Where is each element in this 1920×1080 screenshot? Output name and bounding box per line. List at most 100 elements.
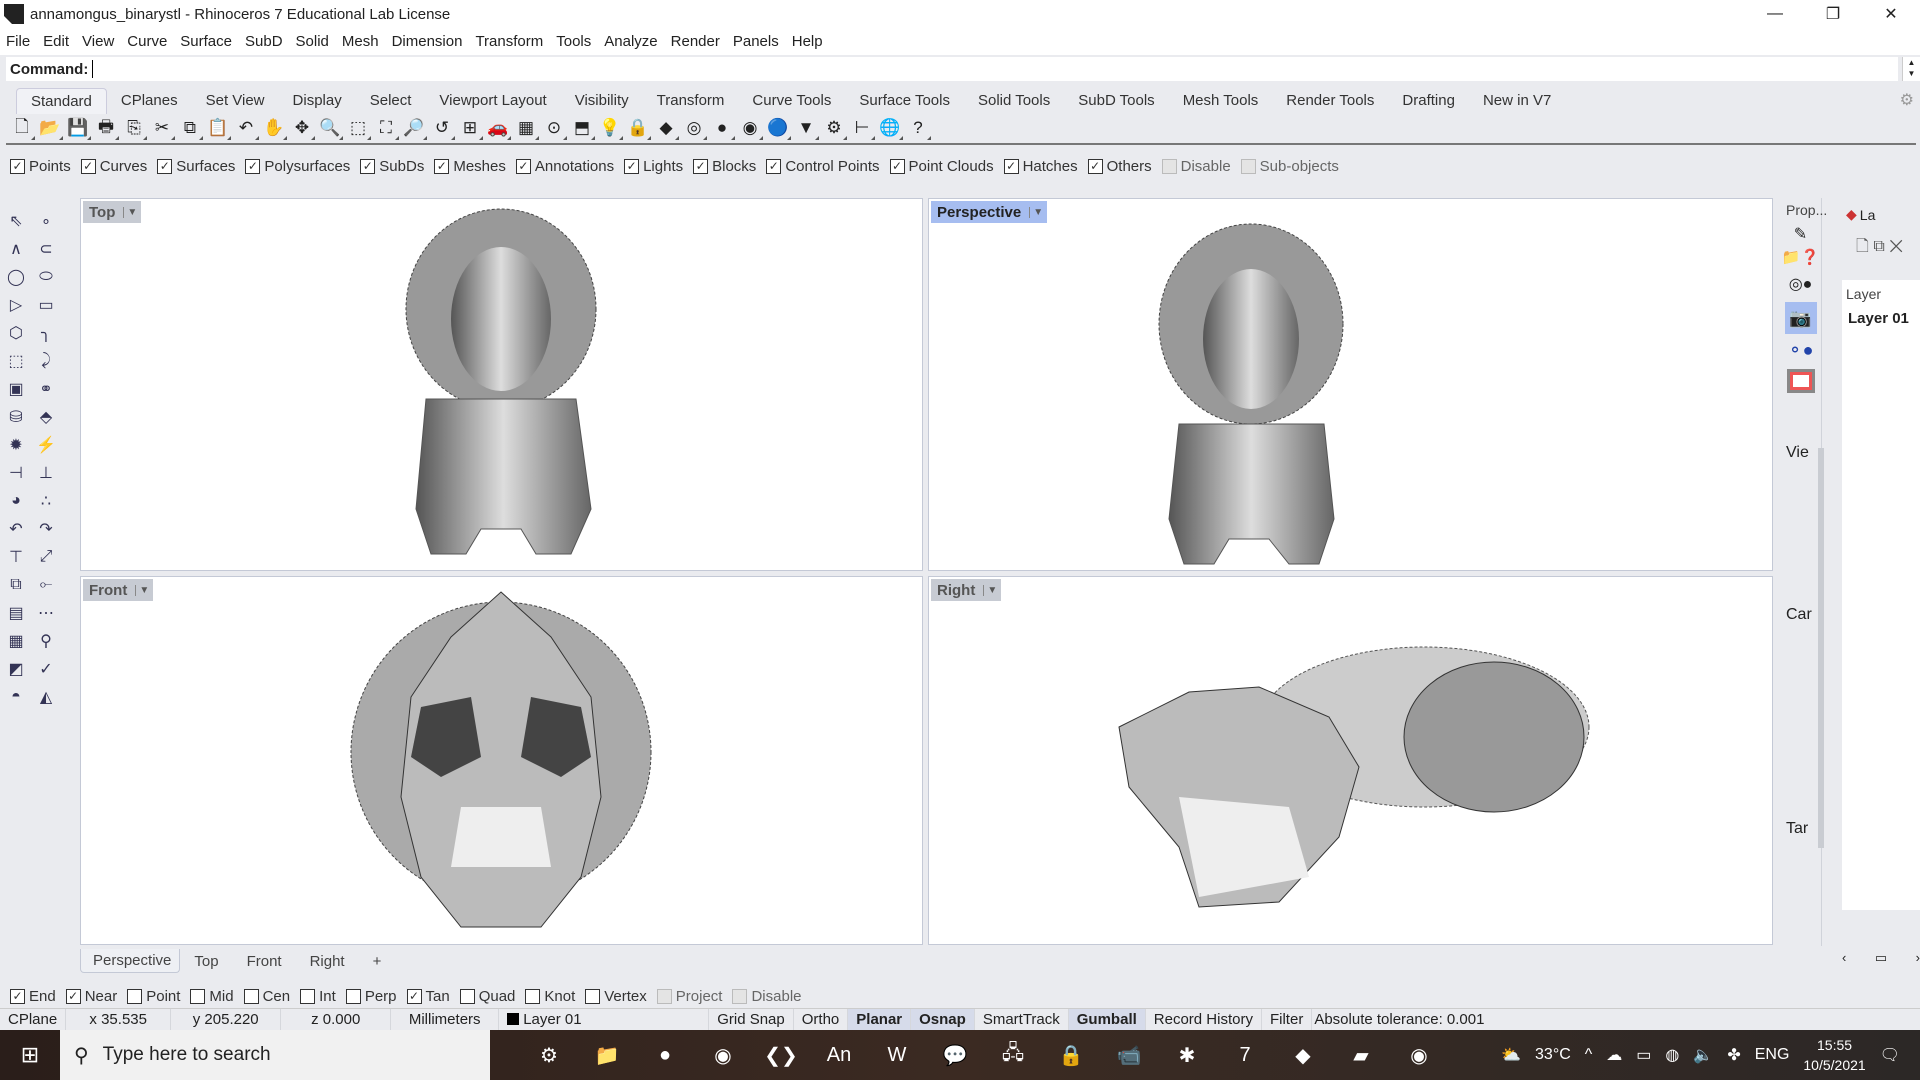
copy-icon[interactable]: ⧉ [178,116,203,140]
osnap-int[interactable]: Int [300,988,336,1005]
filter-points-checkbox[interactable]: ✓ [10,158,25,174]
osnap-disable-checkbox[interactable] [732,988,748,1004]
material-icon[interactable]: ▼ [794,116,819,140]
add-viewport-tab-icon[interactable]: + [359,953,396,970]
left-tool-icon[interactable]: ▣ [2,376,30,402]
filter-blocks[interactable]: ✓ Blocks [693,158,756,175]
close-button[interactable]: ✕ [1862,0,1920,28]
dropdown-arrow-icon[interactable]: ▼ [135,584,149,596]
left-tool-icon[interactable]: ∴ [32,488,60,514]
left-tool-icon[interactable]: ⤸ [32,348,60,374]
camera-icon[interactable]: 📷 [1784,302,1817,334]
left-tool-icon[interactable]: ⛁ [2,404,30,430]
osnap-end-checkbox[interactable]: ✓ [10,988,25,1004]
osnap-point-checkbox[interactable] [127,988,143,1004]
tab-visibility[interactable]: Visibility [561,88,643,114]
rhino-app[interactable]: 7 [1216,1030,1274,1080]
rendered-sphere-icon[interactable]: ◉ [738,116,763,140]
grid-snap-toggle[interactable]: Grid Snap [709,1008,794,1031]
left-tool-icon[interactable]: ⬚ [2,348,30,374]
left-tool-icon[interactable]: ⊣ [2,460,30,486]
tab-viewport-layout[interactable]: Viewport Layout [425,88,560,114]
menu-tools[interactable]: Tools [556,33,591,50]
osnap-quad[interactable]: Quad [459,988,515,1005]
animate-app[interactable]: An [810,1030,868,1080]
filter-curves-checkbox[interactable]: ✓ [80,158,96,174]
zoom-selected-icon[interactable]: 🔎 [402,116,427,140]
weather-icon[interactable]: ⛅ [1501,1045,1521,1065]
menu-panels[interactable]: Panels [733,33,779,50]
filter-hatches[interactable]: ✓ Hatches [1003,158,1078,175]
filter-surfaces[interactable]: ✓ Surfaces [157,158,235,175]
filter-annotations-checkbox[interactable]: ✓ [515,158,531,174]
viewport-tab-perspective[interactable]: Perspective [80,949,181,973]
command-scroll[interactable]: ▲ ▼ [1902,57,1920,81]
tab-mesh-tools[interactable]: Mesh Tools [1169,88,1273,114]
viewport-label-top[interactable]: Top ▼ [83,201,142,223]
filter-points[interactable]: ✓ Points [10,158,71,175]
left-tool-icon[interactable]: ⋯ [32,600,60,626]
viewport-tab-top[interactable]: Top [180,953,232,970]
filter-annotations[interactable]: ✓ Annotations [515,158,614,175]
left-tool-icon[interactable]: ▷ [2,292,30,318]
tab-display[interactable]: Display [279,88,356,114]
menu-edit[interactable]: Edit [43,33,69,50]
left-tool-icon[interactable]: ∧ [2,236,30,262]
left-tool-icon[interactable]: ◯ [2,264,30,290]
dropdown-arrow-icon[interactable]: ▼ [123,206,137,218]
spotify-app[interactable]: ● [636,1030,694,1080]
pan-icon[interactable]: ✋ [262,116,287,140]
menu-transform[interactable]: Transform [475,33,543,50]
menu-file[interactable]: File [6,33,30,50]
battery-icon[interactable]: ▭ [1636,1045,1651,1065]
tab-curve-tools[interactable]: Curve Tools [738,88,845,114]
viewport-frame-icon[interactable] [1786,369,1815,393]
viewport-label-perspective[interactable]: Perspective ▼ [931,201,1048,223]
filter-subds-checkbox[interactable]: ✓ [360,158,376,174]
osnap-tan[interactable]: ✓ Tan [406,988,450,1005]
filter-polysurfaces[interactable]: ✓ Polysurfaces [245,158,350,175]
osnap-perp-checkbox[interactable] [345,988,361,1004]
vscode-app[interactable]: ❮❯ [752,1030,810,1080]
menu-render[interactable]: Render [671,33,720,50]
sun-icon[interactable]: ⚬● [1780,340,1821,361]
viewport-label-front[interactable]: Front ▼ [83,579,154,601]
zoom-app[interactable]: 📹 [1100,1030,1158,1080]
filter-control-points-checkbox[interactable]: ✓ [766,158,782,174]
save-icon[interactable]: 💾 [66,116,91,140]
dropdown-arrow-icon[interactable]: ▼ [1029,206,1043,218]
left-tool-icon[interactable]: ⬘ [32,404,60,430]
left-tool-icon[interactable]: ⬡ [2,320,30,346]
command-line[interactable]: Command: [6,57,1898,81]
minimize-button[interactable]: — [1746,0,1804,28]
filter-blocks-checkbox[interactable]: ✓ [693,158,709,174]
tab-transform[interactable]: Transform [643,88,739,114]
tab-set-view[interactable]: Set View [192,88,279,114]
left-tool-icon[interactable]: ▦ [2,628,30,654]
copy-layer-icon[interactable]: ⧉ [1873,238,1884,255]
osnap-cen[interactable]: Cen [243,988,290,1005]
menu-solid[interactable]: Solid [296,33,329,50]
osnap-project-checkbox[interactable] [656,988,672,1004]
left-tool-icon[interactable]: ◓ [2,684,30,710]
tab-cplanes[interactable]: CPlanes [107,88,192,114]
four-viewports-icon[interactable]: ⊞ [458,116,483,140]
ortho-toggle[interactable]: Ortho [794,1008,849,1031]
tab-select[interactable]: Select [356,88,426,114]
export-icon[interactable]: ⎘ [122,116,147,140]
clock[interactable]: 15:55 10/5/2021 [1803,1035,1865,1075]
osnap-toggle[interactable]: Osnap [911,1008,975,1031]
left-tool-icon[interactable]: ∘ [32,208,60,234]
properties-icon[interactable]: ✎ [1780,224,1821,244]
windows-start-icon[interactable]: ⊞ [0,1030,60,1080]
filter-toggle[interactable]: Filter [1262,1008,1313,1031]
sticky-notes-app[interactable]: ▰ [1332,1030,1390,1080]
filter-hatches-checkbox[interactable]: ✓ [1003,158,1019,174]
left-tool-icon[interactable]: ⧉ [2,572,30,598]
osnap-cen-checkbox[interactable] [243,988,259,1004]
osnap-end[interactable]: ✓ End [10,988,56,1005]
new-icon[interactable]: 🗋 [10,116,35,140]
zoom-window-icon[interactable]: ⬚ [346,116,371,140]
osnap-disable[interactable]: Disable [732,988,802,1005]
undo-icon[interactable]: ↶ [234,116,259,140]
